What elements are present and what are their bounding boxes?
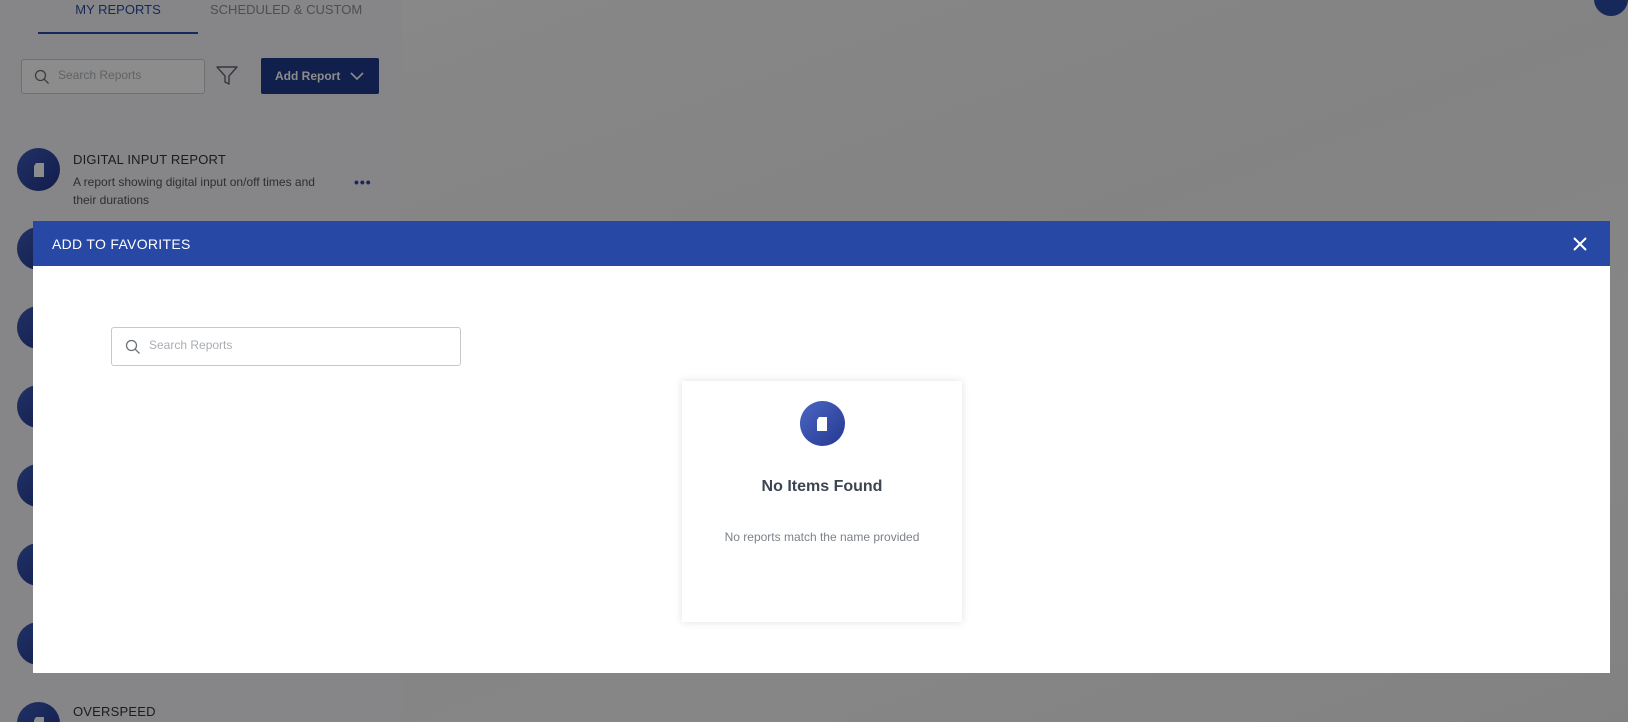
empty-state-card: No Items Found No reports match the name… [682,381,962,622]
dialog-title: ADD TO FAVORITES [52,235,191,252]
add-to-favorites-dialog: ADD TO FAVORITES No Items Found No repor… [33,221,1610,673]
empty-state-title: No Items Found [761,478,883,495]
search-icon [125,339,140,354]
empty-state-message: No reports match the name provided [724,530,920,544]
close-icon[interactable] [1571,235,1589,253]
dialog-header: ADD TO FAVORITES [33,221,1610,266]
dialog-search-field[interactable] [111,327,461,366]
document-icon [817,416,827,431]
empty-state-avatar [799,401,845,446]
dialog-search-input[interactable] [149,338,449,352]
